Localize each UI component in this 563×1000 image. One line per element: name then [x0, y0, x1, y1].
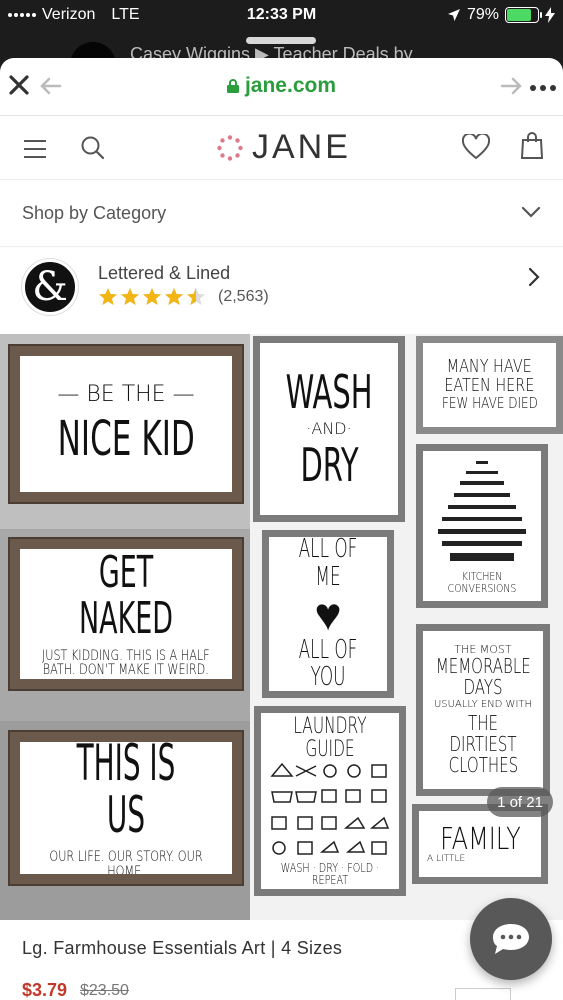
sign-text: USUALLY END WITH: [433, 699, 533, 711]
sign-text: JUST KIDDING. THIS IS A HALF: [42, 647, 210, 664]
rating-stars: [98, 287, 206, 307]
battery-icon: [505, 7, 542, 23]
sign-text: FAMILY: [439, 821, 521, 857]
sign-text: THE DIRTIEST: [449, 710, 517, 756]
seller-avatar: &: [22, 259, 78, 315]
sign-wash-and-dry: WASH ·AND· DRY: [253, 336, 405, 522]
search-icon[interactable]: [80, 135, 106, 161]
heart-icon: ♥: [314, 587, 342, 641]
sheet-grabber[interactable]: [246, 37, 316, 44]
sign-many-have-eaten: MANY HAVE EATEN HERE FEW HAVE DIED: [416, 336, 563, 434]
sign-text: KITCHEN CONVERSIONS: [447, 570, 517, 595]
domain-text: jane.com: [244, 74, 337, 97]
sign-text: THIS IS US: [76, 733, 176, 845]
location-icon: [447, 9, 460, 21]
status-bar: Verizon LTE 12:33 PM 79%: [0, 0, 563, 30]
shopping-bag-icon[interactable]: [520, 132, 544, 160]
url-bar: jane.com: [0, 58, 563, 116]
sign-nice-kid: — BE THE — NICE KID: [10, 346, 242, 502]
site-header: JANE: [0, 116, 563, 180]
sign-text: MEMORABLE: [435, 654, 531, 679]
lock-icon: [226, 79, 239, 93]
sign-text: DAYS: [463, 675, 503, 700]
sign-all-of-me: ALL OF ME ♥ ALL OF YOU: [262, 530, 394, 698]
battery-percent: 79%: [466, 6, 499, 23]
sale-price: $3.79: [22, 980, 68, 1000]
seller-rating: (2,563): [98, 287, 269, 307]
sign-this-is-us: THIS IS US OUR LIFE. OUR STORY. OUR HOME…: [10, 732, 242, 884]
original-price: $23.50: [80, 982, 129, 999]
forward-arrow-icon[interactable]: [500, 76, 524, 96]
image-counter: 1 of 21: [487, 787, 553, 817]
seller-name: Lettered & Lined: [98, 263, 231, 283]
product-image-carousel[interactable]: — BE THE — NICE KID WASH ·AND· DRY MANY …: [0, 334, 563, 920]
dots-logo-icon: [217, 134, 243, 161]
category-dropdown[interactable]: Shop by Category: [0, 180, 563, 247]
menu-icon[interactable]: [24, 140, 46, 164]
product-title[interactable]: Lg. Farmhouse Essentials Art | 4 Sizes: [22, 938, 342, 959]
sign-text: ALL OF YOU: [298, 635, 358, 693]
sign-text: FEW HAVE DIED: [441, 394, 538, 413]
logo-text: JANE: [252, 128, 351, 166]
sign-text: WASH: [285, 365, 373, 420]
site-logo[interactable]: JANE: [216, 128, 351, 167]
sign-laundry-guide: LAUNDRY GUIDE WASH · DRY · FOLD · REPEAT: [254, 706, 406, 896]
laundry-symbols-graphic: [270, 762, 390, 855]
sign-text: CLOTHES: [448, 752, 518, 777]
chat-button[interactable]: [470, 898, 552, 980]
star-icon: [187, 288, 205, 305]
sign-text: WASH · DRY · FOLD · REPEAT: [280, 860, 380, 888]
star-icon: [99, 288, 117, 305]
sign-text: GET NAKED: [79, 547, 173, 645]
seller-row[interactable]: & Lettered & Lined (2,563): [0, 247, 563, 323]
sign-get-naked: GET NAKED JUST KIDDING. THIS IS A HALF B…: [10, 539, 242, 689]
chevron-down-icon: [521, 206, 541, 218]
sign-text: — BE THE —: [57, 382, 195, 408]
chevron-right-icon: [528, 267, 540, 287]
sign-kitchen-conversions: KITCHEN CONVERSIONS: [416, 444, 548, 608]
sign-memorable-days: THE MOST MEMORABLE DAYS USUALLY END WITH…: [416, 624, 550, 796]
sign-text: ALL OF ME: [298, 534, 358, 592]
more-options-icon[interactable]: [530, 85, 556, 91]
star-icon: [165, 288, 183, 305]
conversion-chart-graphic: [438, 461, 526, 562]
watermark-box: [455, 988, 511, 1000]
heart-icon[interactable]: [462, 134, 490, 160]
browser-sheet: jane.com JANE Shop by Category & Lettere…: [0, 58, 563, 1000]
category-label: Shop by Category: [22, 203, 167, 223]
sign-text: OUR LIFE. OUR STORY. OUR HOME.: [49, 848, 203, 880]
sign-text: DRY: [299, 438, 359, 493]
battery-group: 79%: [447, 6, 555, 24]
star-icon: [121, 288, 139, 305]
sign-text: BATH. DON'T MAKE IT WEIRD.: [42, 662, 210, 679]
star-icon: [143, 288, 161, 305]
url-domain[interactable]: jane.com: [0, 74, 563, 98]
charging-icon: [545, 7, 555, 23]
review-count: (2,563): [218, 288, 269, 305]
sign-text: NICE KID: [57, 411, 195, 468]
sign-text: LAUNDRY GUIDE: [293, 714, 367, 763]
chat-bubble-icon: [493, 924, 529, 954]
sign-text: ·AND·: [306, 418, 352, 438]
